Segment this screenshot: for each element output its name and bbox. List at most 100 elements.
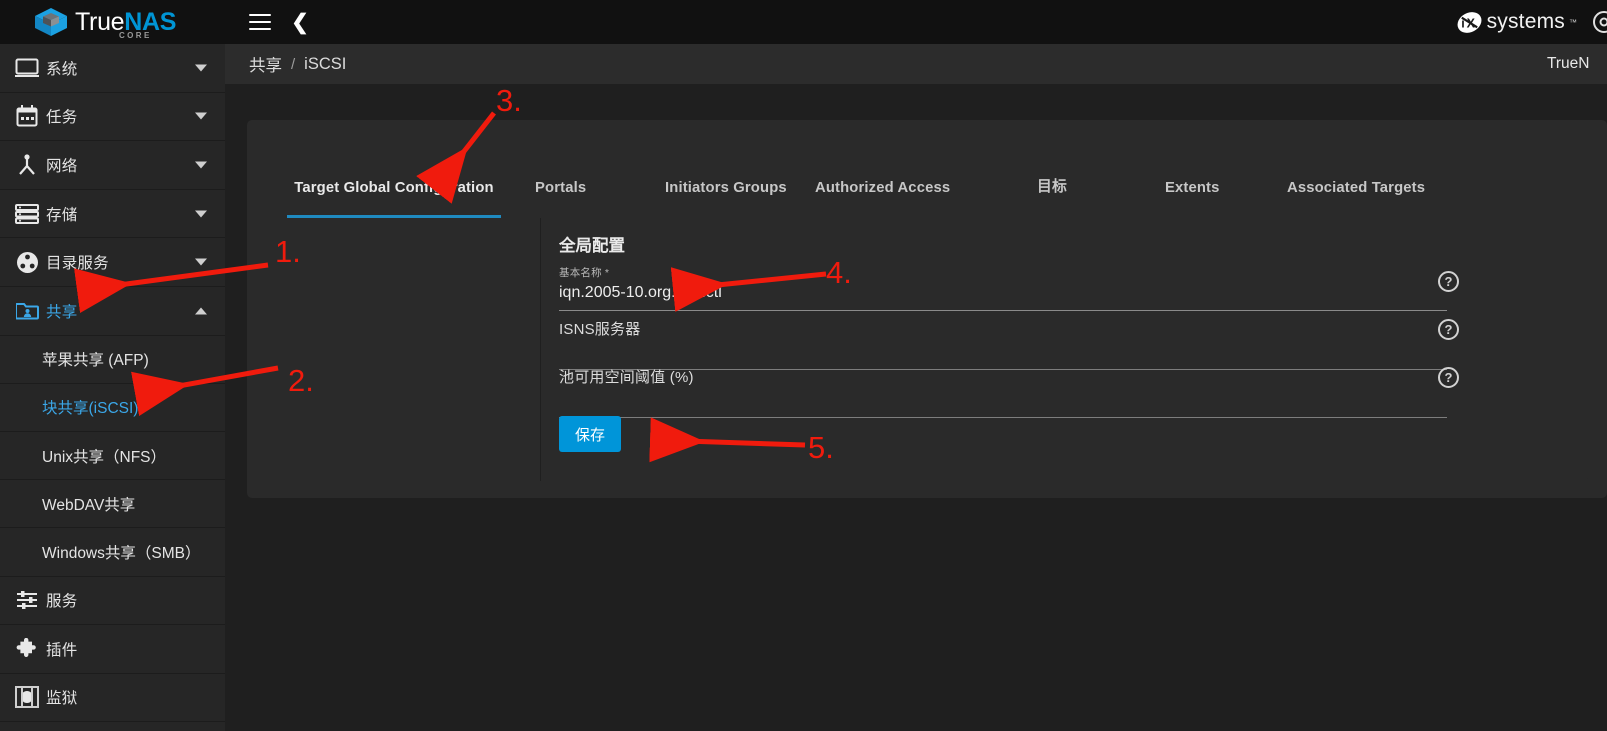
sidebar-subitem-label: 苹果共享 (AFP) [42, 352, 149, 370]
hamburger-menu-button[interactable] [240, 0, 280, 44]
field-pool-available-space-threshold: 池可用空间阈值 (%) [559, 366, 1447, 418]
sliders-icon [8, 585, 46, 615]
settings-gear-icon-cropped[interactable] [1591, 9, 1607, 35]
top-bar: TrueNAS CORE ❮ i X systems ™ [0, 0, 1607, 44]
hamburger-menu-icon [249, 14, 271, 30]
breadcrumb-separator: / [291, 55, 296, 73]
field-base-name: 基本名称 * iqn.2005-10.org.pve.ctl [559, 265, 1447, 311]
logo-text-core: CORE [119, 30, 152, 40]
sidebar-item-label: 插件 [46, 641, 78, 659]
monitor-icon [8, 53, 46, 83]
panel-title: 全局配置 [559, 237, 625, 255]
sidebar-item-directory-services[interactable]: 目录服务 [0, 238, 225, 287]
tab-label: Target Global Configuration [294, 180, 494, 196]
app-logo[interactable]: TrueNAS CORE [0, 0, 225, 44]
sidebar-item-label: 网络 [46, 157, 78, 175]
sidebar-item-label: 服务 [46, 593, 78, 611]
sidebar-subitem-nfs[interactable]: Unix共享（NFS） [0, 432, 225, 481]
base-name-input[interactable]: iqn.2005-10.org.pve.ctl [559, 284, 1447, 305]
chevron-down-icon [195, 258, 207, 266]
sidebar-subitem-label: 块共享(iSCSI) [42, 400, 139, 418]
sidebar-item-label: 存储 [46, 206, 78, 224]
tab-target-global-configuration[interactable]: Target Global Configuration [287, 120, 501, 218]
field-label: ISNS服务器 [559, 321, 641, 338]
sidebar-item-sharing[interactable]: 共享 [0, 287, 225, 336]
help-icon-base-name[interactable]: ? [1438, 271, 1459, 292]
sidebar-item-label: 目录服务 [46, 255, 109, 273]
sidebar-item-jails[interactable]: 监狱 [0, 674, 225, 723]
app-root: TrueNAS CORE ❮ i X systems ™ 系统 任务 网络 存储… [0, 0, 1607, 731]
sidebar-subitem-label: WebDAV共享 [42, 496, 136, 514]
chevron-down-icon [195, 112, 207, 120]
field-underline [559, 310, 1447, 311]
global-configuration-panel: 全局配置 基本名称 * iqn.2005-10.org.pve.ctl ? IS… [540, 218, 1588, 481]
sidebar-subitem-iscsi[interactable]: 块共享(iSCSI) [0, 384, 225, 432]
tab-label: Initiators Groups [665, 180, 787, 196]
truenas-cube-icon [35, 8, 67, 36]
puzzle-icon [8, 634, 46, 664]
help-icon-pool-threshold[interactable]: ? [1438, 367, 1459, 388]
chevron-left-icon: ❮ [291, 10, 309, 34]
sidebar-item-system[interactable]: 系统 [0, 44, 225, 93]
sidebar-subitem-label: Unix共享（NFS） [42, 448, 167, 466]
jail-icon [8, 682, 46, 712]
breadcrumb-hostname: TrueN [1547, 55, 1590, 72]
calendar-icon [8, 101, 46, 131]
sidebar-subitem-afp[interactable]: 苹果共享 (AFP) [0, 336, 225, 384]
tab-portals[interactable]: Portals [535, 120, 586, 218]
sidebar-subitem-label: Windows共享（SMB） [42, 544, 201, 562]
ixsystems-mark-icon: i X [1457, 11, 1482, 33]
sidebar-subitem-webdav[interactable]: WebDAV共享 [0, 480, 225, 529]
field-isns-server: ISNS服务器 [559, 318, 1447, 370]
tab-extents[interactable]: Extents [1165, 120, 1220, 218]
iscsi-card: Target Global Configuration Portals Init… [247, 120, 1607, 498]
sidebar-item-services[interactable]: 服务 [0, 577, 225, 626]
isns-server-input[interactable] [559, 343, 1447, 364]
sidebar-item-label: 任务 [46, 109, 78, 127]
chevron-up-icon [195, 307, 207, 315]
breadcrumb-parent[interactable]: 共享 [249, 52, 282, 76]
tab-authorized-access[interactable]: Authorized Access [815, 120, 950, 218]
ixsystems-wordmark: systems [1486, 10, 1565, 33]
chevron-down-icon [195, 161, 207, 169]
tab-targets[interactable]: 目标 [1037, 120, 1067, 218]
directory-icon [8, 247, 46, 277]
sidebar-item-label: 监狱 [46, 690, 78, 708]
iscsi-tab-bar: Target Global Configuration Portals Init… [247, 120, 1607, 218]
main-content: Target Global Configuration Portals Init… [225, 84, 1607, 731]
tab-label: Authorized Access [815, 180, 951, 196]
chevron-down-icon [195, 210, 207, 218]
tab-label: Extents [1165, 180, 1220, 196]
topbar-right-group: i X systems ™ [1456, 0, 1607, 44]
sidebar-subitem-smb[interactable]: Windows共享（SMB） [0, 528, 225, 577]
tab-label: 目标 [1037, 179, 1067, 195]
field-underline [559, 417, 1447, 418]
tab-label: Associated Targets [1287, 180, 1426, 196]
help-icon-isns-server[interactable]: ? [1438, 319, 1459, 340]
svg-text:i: i [1461, 16, 1464, 30]
svg-text:X: X [1466, 16, 1475, 30]
logo-text-true: True [75, 7, 125, 36]
field-label: 基本名称 * [559, 267, 610, 279]
save-button[interactable]: 保存 [559, 416, 621, 452]
trademark-symbol: ™ [1569, 17, 1577, 27]
sidebar-item-tasks[interactable]: 任务 [0, 93, 225, 142]
sidebar-item-plugins[interactable]: 插件 [0, 625, 225, 674]
sidebar-item-label: 共享 [46, 303, 78, 321]
sidebar-item-storage[interactable]: 存储 [0, 190, 225, 239]
storage-icon [8, 199, 46, 229]
tab-associated-targets[interactable]: Associated Targets [1287, 120, 1425, 218]
breadcrumb-current: iSCSI [304, 54, 347, 73]
tab-initiators-groups[interactable]: Initiators Groups [665, 120, 787, 218]
back-button[interactable]: ❮ [280, 0, 320, 44]
sidebar-item-label: 系统 [46, 60, 78, 78]
chevron-down-icon [195, 64, 207, 72]
ixsystems-logo: i X systems ™ [1456, 9, 1591, 36]
share-folder-icon [8, 296, 46, 326]
tab-label: Portals [535, 180, 587, 196]
sidebar-item-network[interactable]: 网络 [0, 141, 225, 190]
field-label: 池可用空间阈值 (%) [559, 369, 694, 386]
pool-threshold-input[interactable] [559, 391, 1447, 412]
breadcrumb: 共享 / iSCSI TrueN [225, 44, 1607, 84]
sidebar: 系统 任务 网络 存储 目录服务 共享 苹果共享 (AFP) 块共享(iSCSI… [0, 44, 225, 731]
